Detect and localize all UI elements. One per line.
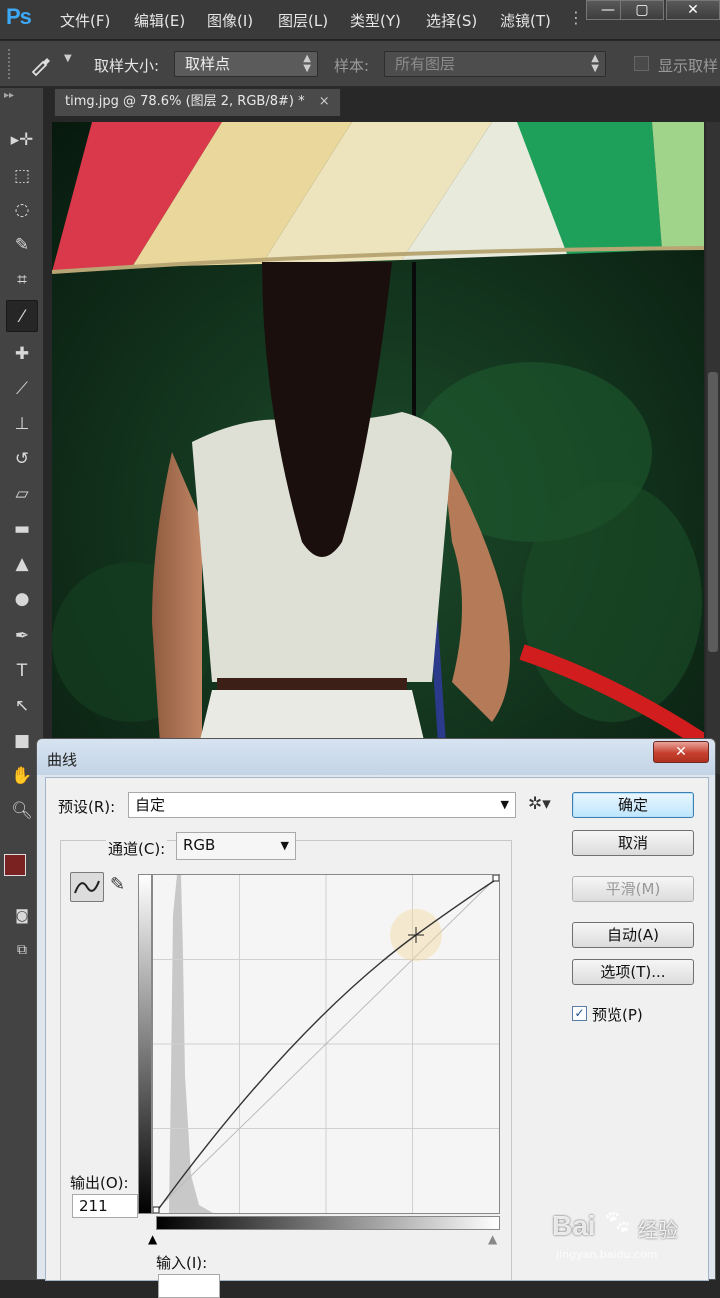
input-label: 输入(I):: [156, 1254, 208, 1272]
preset-select[interactable]: 自定 ▼: [128, 792, 516, 818]
input-field[interactable]: [158, 1274, 220, 1298]
tab-close-icon[interactable]: ×: [319, 94, 330, 109]
eraser-tool-icon[interactable]: ▱: [6, 478, 38, 510]
preset-label: 预设(R):: [58, 798, 116, 816]
quick-select-tool-icon[interactable]: ✎: [6, 229, 38, 261]
tool-preset-arrow-icon[interactable]: ▼: [64, 53, 72, 64]
dropdown-arrow-icon: ▼: [500, 798, 509, 811]
blur-tool-icon[interactable]: ▲: [6, 548, 38, 580]
preview-label: 预览(P): [592, 1006, 643, 1024]
quick-mask-icon[interactable]: ◙: [6, 900, 38, 932]
gradient-tool-icon[interactable]: ▬: [6, 513, 38, 545]
curve-tool-icon: [74, 880, 100, 894]
brush-tool-icon[interactable]: ⟋: [6, 373, 38, 405]
type-tool-icon[interactable]: T: [6, 655, 38, 687]
gear-icon[interactable]: ✲▾: [528, 794, 551, 814]
sample-size-select[interactable]: 取样点 ▲ ▼: [174, 51, 318, 77]
clone-stamp-tool-icon[interactable]: ⊥: [6, 408, 38, 440]
lasso-tool-icon[interactable]: ◌: [6, 194, 38, 226]
ok-button[interactable]: 确定: [572, 792, 694, 818]
menu-layer[interactable]: 图层(L): [278, 10, 328, 31]
document-tab[interactable]: timg.jpg @ 78.6% (图层 2, RGB/8#) * ×: [54, 88, 341, 116]
preview-checkbox[interactable]: ✓: [572, 1006, 587, 1021]
watermark-brand: Bai: [552, 1210, 596, 1241]
preset-value: 自定: [135, 796, 166, 814]
output-label: 输出(O):: [70, 1174, 129, 1192]
cancel-button[interactable]: 取消: [572, 830, 694, 856]
output-value: 211: [79, 1197, 108, 1215]
auto-button[interactable]: 自动(A): [572, 922, 694, 948]
history-brush-tool-icon[interactable]: ↺: [6, 443, 38, 475]
healing-brush-tool-icon[interactable]: ✚: [6, 338, 38, 370]
foreground-color-swatch[interactable]: [4, 854, 26, 876]
vertical-scrollbar[interactable]: [706, 122, 720, 774]
paw-icon: 🐾︎: [602, 1208, 633, 1236]
move-tool-icon[interactable]: ▸✛: [6, 124, 38, 156]
scroll-thumb[interactable]: [708, 372, 718, 652]
smooth-button[interactable]: 平滑(M): [572, 876, 694, 902]
screen-mode-icon[interactable]: ⧉: [6, 934, 38, 966]
shape-tool-icon[interactable]: ■: [6, 725, 38, 757]
window-close-button[interactable]: ✕: [666, 0, 720, 20]
options-bar: ▼ 取样大小: 取样点 ▲ ▼ 样本: 所有图层 ▲ ▼ 显示取样: [0, 41, 720, 87]
grip-handle[interactable]: [8, 49, 12, 79]
dialog-title: 曲线: [47, 751, 78, 769]
watermark-cn: 经验: [638, 1218, 678, 1242]
menu-image[interactable]: 图像(I): [207, 10, 253, 31]
updown-arrow-icon: ▲ ▼: [591, 53, 599, 74]
marquee-tool-icon[interactable]: ⬚: [6, 160, 38, 192]
menu-filter[interactable]: 滤镜(T): [500, 10, 551, 31]
more-icon: ⋮: [568, 8, 584, 27]
pencil-icon[interactable]: ✎: [110, 874, 125, 895]
input-gradient-bar: [156, 1216, 500, 1230]
crop-tool-icon[interactable]: ⌗: [6, 264, 38, 296]
collapse-icon[interactable]: ▸▸: [4, 90, 14, 101]
show-ring-checkbox[interactable]: [634, 56, 649, 71]
dodge-tool-icon[interactable]: ●: [6, 583, 38, 615]
pen-tool-icon[interactable]: ✒: [6, 620, 38, 652]
channel-select[interactable]: RGB ▼: [176, 832, 296, 860]
menu-select[interactable]: 选择(S): [426, 10, 477, 31]
channel-value: RGB: [183, 836, 216, 854]
hand-tool-icon[interactable]: ✋: [6, 760, 38, 792]
dialog-close-button[interactable]: ✕: [653, 741, 709, 763]
baidu-watermark: Bai 🐾︎ 经验 jingyan.baidu.com: [552, 1200, 712, 1270]
show-ring-label: 显示取样: [658, 57, 719, 75]
sample-size-value: 取样点: [185, 55, 231, 73]
eyedropper-icon[interactable]: [28, 51, 54, 77]
maximize-button[interactable]: ▢: [620, 0, 664, 20]
sample-value: 所有图层: [395, 55, 456, 73]
menu-edit[interactable]: 编辑(E): [134, 10, 185, 31]
channel-label: 通道(C):: [106, 838, 168, 859]
photoshop-logo: Ps: [6, 4, 32, 29]
path-select-tool-icon[interactable]: ↖: [6, 690, 38, 722]
curves-graph[interactable]: [152, 874, 500, 1214]
sample-label: 样本:: [334, 57, 370, 75]
options-button[interactable]: 选项(T)...: [572, 959, 694, 985]
zoom-tool-icon[interactable]: 🔍︎: [6, 795, 38, 827]
dialog-title-bar[interactable]: 曲线: [37, 739, 715, 775]
sample-select[interactable]: 所有图层 ▲ ▼: [384, 51, 606, 77]
watermark-url: jingyan.baidu.com: [556, 1248, 658, 1261]
updown-arrow-icon: ▲ ▼: [303, 53, 311, 74]
curves-plot: [152, 874, 500, 1214]
white-slider-icon[interactable]: ▲: [488, 1232, 497, 1246]
image-canvas[interactable]: [52, 122, 704, 774]
black-slider-icon[interactable]: ▲: [148, 1232, 157, 1246]
output-gradient-bar: [138, 874, 152, 1214]
eyedropper-tool-icon[interactable]: ⁄: [6, 300, 38, 332]
menu-bar: Ps 文件(F) 编辑(E) 图像(I) 图层(L) 类型(Y) 选择(S) 滤…: [0, 0, 720, 40]
menu-file[interactable]: 文件(F): [60, 10, 110, 31]
sample-size-label: 取样大小:: [94, 57, 160, 75]
dropdown-arrow-icon: ▼: [280, 839, 289, 852]
menu-type[interactable]: 类型(Y): [350, 10, 401, 31]
output-field[interactable]: 211: [72, 1194, 138, 1218]
photo-girl-with-umbrella: [52, 122, 704, 774]
document-tab-title: timg.jpg @ 78.6% (图层 2, RGB/8#) *: [65, 94, 305, 109]
curve-mode-button[interactable]: [70, 872, 104, 902]
